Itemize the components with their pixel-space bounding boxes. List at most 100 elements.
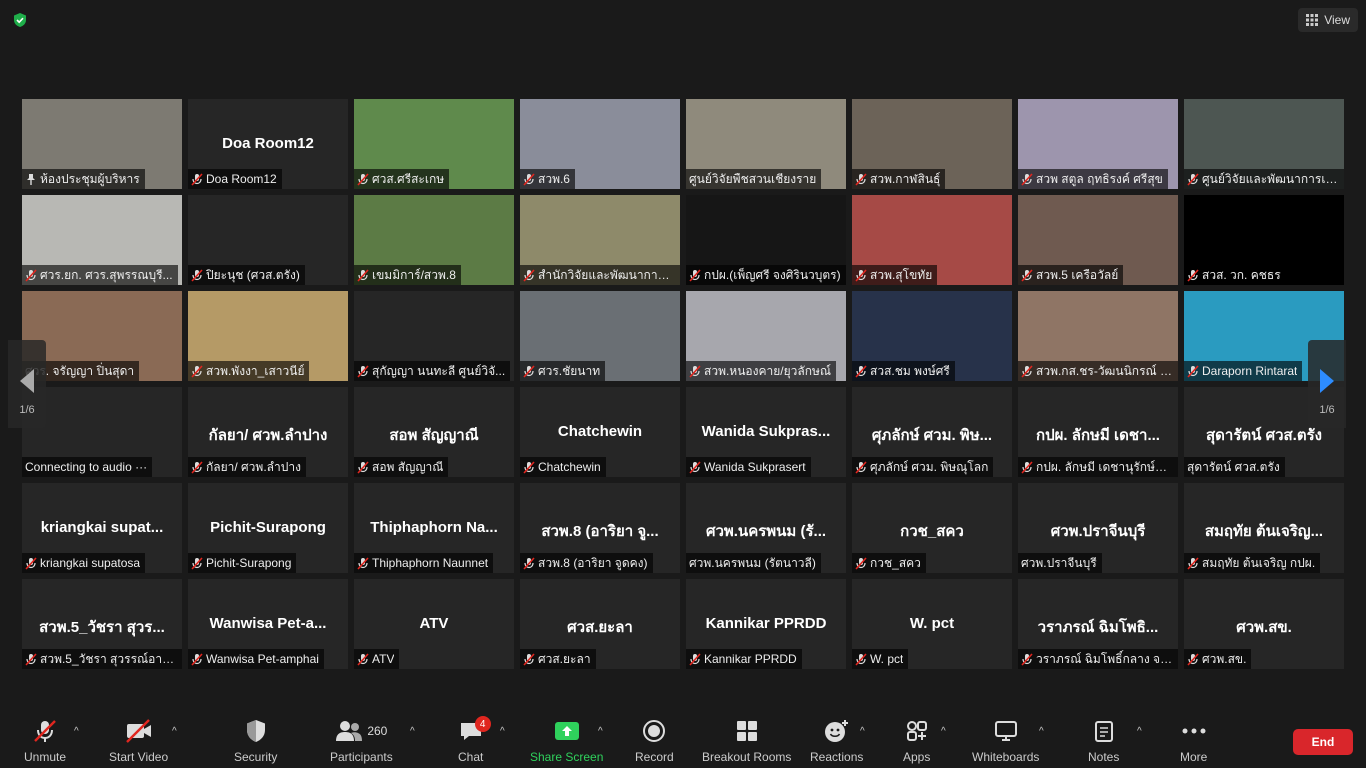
participant-tile[interactable]: วราภรณ์ ฉิมโพธิ... วราภรณ์ ฉิมโพธิ์กลาง จ… bbox=[1018, 579, 1178, 669]
participant-tile[interactable]: Wanida Sukpras... Wanida Sukprasert bbox=[686, 387, 846, 477]
participant-tile[interactable]: กปผ. ลักษมี เดชา... กปผ. ลักษมี เดชานุรัก… bbox=[1018, 387, 1178, 477]
participant-tile[interactable]: ศุภลักษ์ ศวม. พิษ... ศุภลักษ์ ศวม. พิษณุโ… bbox=[852, 387, 1012, 477]
whiteboard-icon bbox=[994, 718, 1018, 744]
participant-tile[interactable]: ศวพ.สข. ศวพ.สข. bbox=[1184, 579, 1344, 669]
unmute-label: Unmute bbox=[24, 750, 67, 764]
notes-options-caret[interactable]: ^ bbox=[1137, 726, 1147, 737]
microphone-muted-icon bbox=[25, 652, 37, 666]
reactions-button[interactable]: Reactions bbox=[810, 718, 863, 766]
participant-name-label: Chatchewin bbox=[520, 457, 606, 477]
participant-name-text: สวพ.5 เครือวัลย์ bbox=[1036, 267, 1119, 282]
unmute-button[interactable]: Unmute bbox=[24, 718, 66, 766]
participant-tile[interactable]: กวช_สคว กวช_สคว bbox=[852, 483, 1012, 573]
audio-options-caret[interactable]: ^ bbox=[74, 726, 84, 737]
page-indicator-left: 1/6 bbox=[19, 404, 35, 416]
participant-tile[interactable]: Wanwisa Pet-a... Wanwisa Pet-amphai bbox=[188, 579, 348, 669]
chat-options-caret[interactable]: ^ bbox=[500, 726, 510, 737]
participant-display-name: ศุภลักษ์ ศวม. พิษ... bbox=[871, 427, 993, 444]
participant-name-text: ศวพ.ปราจีนบุรี bbox=[1021, 555, 1097, 570]
participant-tile[interactable]: ศวร.ชัยนาท bbox=[520, 291, 680, 381]
participants-options-caret[interactable]: ^ bbox=[410, 726, 420, 737]
participant-tile[interactable]: ศวร.ยก. ศวร.สุพรรณบุรี... bbox=[22, 195, 182, 285]
view-button[interactable]: View bbox=[1298, 8, 1358, 32]
participant-tile[interactable]: สวพ.8 (อาริยา จู... สวพ.8 (อาริยา จูดคง) bbox=[520, 483, 680, 573]
participant-tile[interactable]: ศวพ.นครพนม (รั... ศวพ.นครพนม (รัตนาวลี) bbox=[686, 483, 846, 573]
participant-tile[interactable]: kriangkai supat... kriangkai supatosa bbox=[22, 483, 182, 573]
participant-tile[interactable]: สวส.ชม พงษ์ศรี bbox=[852, 291, 1012, 381]
participant-tile[interactable]: กปผ.(เพ็ญศรี จงศิรินวบุตร) bbox=[686, 195, 846, 285]
participant-name-text: สอพ สัญญาณี bbox=[372, 459, 444, 474]
end-meeting-button[interactable]: End bbox=[1293, 729, 1353, 755]
participant-tile[interactable]: สำนักวิจัยและพัฒนาการเ... bbox=[520, 195, 680, 285]
share-screen-button[interactable]: Share Screen bbox=[530, 718, 603, 766]
participant-tile[interactable]: ห้องประชุมผู้บริหาร bbox=[22, 99, 182, 189]
participant-tile[interactable]: ศวพ.ปราจีนบุรี ศวพ.ปราจีนบุรี bbox=[1018, 483, 1178, 573]
participant-name-text: Connecting to audio ··· bbox=[25, 460, 148, 474]
participant-tile[interactable]: Connecting to audio ··· bbox=[22, 387, 182, 477]
reactions-options-caret[interactable]: ^ bbox=[860, 726, 870, 737]
participant-tile[interactable]: Chatchewin Chatchewin bbox=[520, 387, 680, 477]
participant-tile[interactable]: สมฤทัย ต้นเจริญ... สมฤทัย ต้นเจริญ กปผ. bbox=[1184, 483, 1344, 573]
next-page-button[interactable]: 1/6 bbox=[1308, 340, 1346, 428]
share-options-caret[interactable]: ^ bbox=[598, 726, 608, 737]
participant-tile[interactable]: ศวร. จรัญญา ปิ่นสุดา bbox=[22, 291, 182, 381]
participant-tile[interactable]: สวพ.พังงา_เสาวนีย์ bbox=[188, 291, 348, 381]
participant-tile[interactable]: สวพ.กาฬสินธุ์ bbox=[852, 99, 1012, 189]
participant-tile[interactable]: ศวส.ยะลา ศวส.ยะลา bbox=[520, 579, 680, 669]
participant-tile[interactable]: กัลยา/ ศวพ.ลำปาง กัลยา/ ศวพ.ลำปาง bbox=[188, 387, 348, 477]
participant-tile[interactable]: สอพ สัญญาณี สอพ สัญญาณี bbox=[354, 387, 514, 477]
participant-display-name: Thiphaphorn Na... bbox=[370, 519, 498, 536]
participant-display-name: กปผ. ลักษมี เดชา... bbox=[1036, 427, 1160, 444]
participant-tile[interactable]: Doa Room12 Doa Room12 bbox=[188, 99, 348, 189]
participant-tile[interactable]: เขมมิการ์/สวพ.8 bbox=[354, 195, 514, 285]
participant-name-label: Connecting to audio ··· bbox=[22, 457, 153, 477]
participant-name-text: กปผ. ลักษมี เดชานุรักษ์นุ... bbox=[1036, 459, 1173, 474]
chat-button[interactable]: 4 Chat bbox=[458, 716, 491, 766]
participant-name-label: Kannikar PPRDD bbox=[686, 649, 802, 669]
participant-tile[interactable]: สวพ.สุโขทัย bbox=[852, 195, 1012, 285]
whiteboards-button[interactable]: Whiteboards bbox=[972, 718, 1039, 766]
participant-tile[interactable]: ศูนย์วิจัยพืชสวนเชียงราย bbox=[686, 99, 846, 189]
security-button[interactable]: Security bbox=[234, 718, 277, 766]
participant-tile[interactable]: สวพ.หนองคาย/ยุวลักษณ์ bbox=[686, 291, 846, 381]
shield-check-icon[interactable] bbox=[12, 12, 28, 28]
more-button[interactable]: More bbox=[1180, 718, 1207, 766]
microphone-muted-icon bbox=[191, 172, 203, 186]
notes-icon bbox=[1094, 718, 1114, 744]
apps-button[interactable]: Apps bbox=[903, 718, 930, 766]
participant-tile[interactable]: W. pct W. pct bbox=[852, 579, 1012, 669]
participant-display-name: W. pct bbox=[909, 615, 955, 632]
participant-name-label: ATV bbox=[354, 649, 400, 669]
video-options-caret[interactable]: ^ bbox=[172, 726, 182, 737]
participant-tile[interactable]: Thiphaphorn Na... Thiphaphorn Naunnet bbox=[354, 483, 514, 573]
participant-tile[interactable]: ศูนย์วิจัยและพัฒนาการเก... bbox=[1184, 99, 1344, 189]
participant-tile[interactable]: สวพ.5 เครือวัลย์ bbox=[1018, 195, 1178, 285]
apps-options-caret[interactable]: ^ bbox=[941, 726, 951, 737]
participant-tile[interactable]: สวพ.6 bbox=[520, 99, 680, 189]
participants-button[interactable]: 260 Participants bbox=[330, 718, 393, 766]
participant-tile[interactable]: Kannikar PPRDD Kannikar PPRDD bbox=[686, 579, 846, 669]
participant-display-name: ศวพ.สข. bbox=[1236, 619, 1292, 636]
microphone-muted-icon bbox=[25, 268, 37, 282]
microphone-muted-icon bbox=[689, 652, 701, 666]
participant-tile[interactable]: ATV ATV bbox=[354, 579, 514, 669]
participant-name-label: Wanwisa Pet-amphai bbox=[188, 649, 324, 669]
breakout-rooms-button[interactable]: Breakout Rooms bbox=[702, 718, 791, 766]
record-icon bbox=[643, 718, 666, 744]
record-button[interactable]: Record bbox=[635, 718, 674, 766]
participant-tile[interactable]: สุกัญญา นนทะลี ศูนย์วิจั... bbox=[354, 291, 514, 381]
participant-tile[interactable]: สวพ สตูล ฤทธิรงค์ ศรีสุข bbox=[1018, 99, 1178, 189]
participant-tile[interactable]: Pichit-Surapong Pichit-Surapong bbox=[188, 483, 348, 573]
participant-name-text: สวพ.พังงา_เสาวนีย์ bbox=[206, 363, 305, 378]
participant-tile[interactable]: ศวส.ศรีสะเกษ bbox=[354, 99, 514, 189]
participant-tile[interactable]: ปิยะนุช (ศวส.ตรัง) bbox=[188, 195, 348, 285]
start-video-button[interactable]: Start Video bbox=[109, 718, 168, 766]
participant-name-text: สุดารัตน์ ศวส.ตรัง bbox=[1187, 459, 1280, 474]
microphone-muted-icon bbox=[32, 718, 58, 744]
previous-page-button[interactable]: 1/6 bbox=[8, 340, 46, 428]
participant-tile[interactable]: สวส. วก. คชธร bbox=[1184, 195, 1344, 285]
whiteboards-options-caret[interactable]: ^ bbox=[1039, 726, 1049, 737]
participant-tile[interactable]: สวพ.5_วัชรา สุวร... สวพ.5_วัชรา สุวรรณ์อา… bbox=[22, 579, 182, 669]
participant-tile[interactable]: สวพ.กส.ชร-วัฒนนิกรณ์ เ... bbox=[1018, 291, 1178, 381]
notes-button[interactable]: Notes bbox=[1088, 718, 1119, 766]
